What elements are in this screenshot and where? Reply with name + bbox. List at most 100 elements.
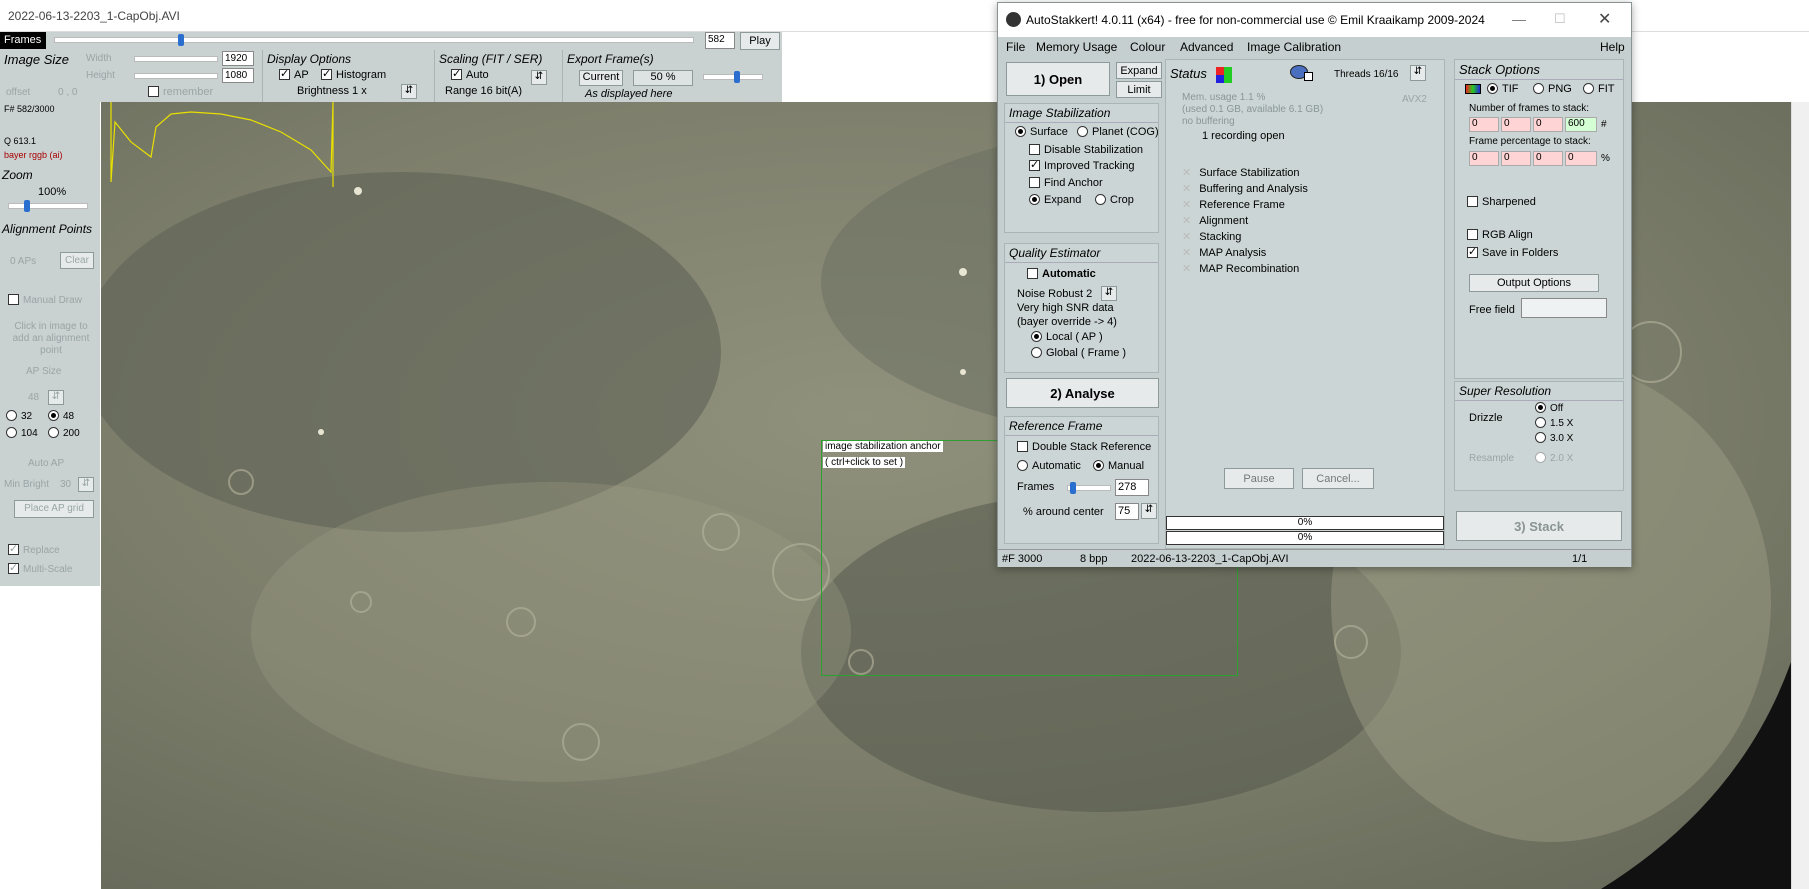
frame-percentage-field-3[interactable]: 0 — [1533, 151, 1563, 166]
minimize-icon[interactable]: — — [1512, 11, 1526, 27]
drizzle-off-radio[interactable]: Off — [1535, 402, 1563, 414]
limit-button[interactable]: Limit — [1116, 81, 1162, 98]
size-48-radio-circle[interactable] — [48, 410, 59, 421]
disable-stabilization-check[interactable] — [1029, 144, 1040, 155]
threads-spin-icon[interactable]: ⇵ — [1410, 65, 1426, 81]
improved-tracking-check[interactable] — [1029, 158, 1040, 171]
around-center-field[interactable]: 75 — [1115, 503, 1139, 520]
reference-automatic-radio-circle[interactable] — [1017, 460, 1028, 471]
ap-check[interactable] — [279, 67, 290, 80]
place-ap-grid-button[interactable]: Place AP grid — [14, 500, 94, 518]
replace-check[interactable] — [8, 542, 19, 555]
drizzle-15x-radio[interactable]: 1.5 X — [1535, 417, 1573, 429]
rgb-align-checkbox[interactable]: RGB Align — [1467, 229, 1533, 241]
zoom-slider-knob[interactable] — [24, 200, 30, 212]
quality-automatic-checkbox[interactable]: Automatic — [1027, 268, 1096, 280]
frame-percentage-field-1[interactable]: 0 — [1469, 151, 1499, 166]
ap-checkbox[interactable]: AP — [279, 67, 309, 81]
double-stack-checkbox[interactable]: Double Stack Reference — [1017, 441, 1151, 453]
drizzle-3x-radio[interactable]: 3.0 X — [1535, 432, 1573, 444]
find-anchor-checkbox[interactable]: Find Anchor — [1029, 177, 1103, 189]
maximize-icon[interactable]: ☐ — [1554, 11, 1566, 27]
brightness-spin-icon[interactable]: ⇵ — [401, 84, 417, 99]
tif-radio[interactable]: TIF — [1487, 83, 1519, 95]
width-slider[interactable] — [134, 56, 218, 62]
manual-draw-check[interactable] — [8, 294, 19, 305]
histogram-check[interactable] — [321, 67, 332, 80]
local-radio-circle[interactable] — [1031, 331, 1042, 342]
improved-tracking-checkbox[interactable]: Improved Tracking — [1029, 158, 1134, 172]
sharpened-checkbox[interactable]: Sharpened — [1467, 196, 1536, 208]
pause-button[interactable]: Pause — [1224, 468, 1294, 489]
frames-to-stack-field-1[interactable]: 0 — [1469, 117, 1499, 132]
find-anchor-check[interactable] — [1029, 177, 1040, 188]
export-slider-knob[interactable] — [734, 71, 740, 83]
frames-to-stack-field-2[interactable]: 0 — [1501, 117, 1531, 132]
size-200-radio-circle[interactable] — [48, 427, 59, 438]
global-radio[interactable]: Global ( Frame ) — [1031, 347, 1126, 359]
ap-size-spin-icon[interactable]: ⇵ — [48, 390, 64, 405]
multiscale-checkbox[interactable]: Multi-Scale — [8, 561, 72, 575]
globe-checkbox[interactable] — [1304, 72, 1313, 81]
histogram-checkbox[interactable]: Histogram — [321, 67, 386, 81]
menu-file[interactable]: File — [1006, 40, 1025, 54]
png-radio-circle[interactable] — [1533, 83, 1544, 94]
auto-scaling-check[interactable] — [451, 67, 462, 80]
drizzle-15x-radio-circle[interactable] — [1535, 417, 1546, 428]
size-32-radio[interactable]: 32 — [6, 410, 32, 422]
width-field[interactable]: 1920 — [222, 51, 254, 66]
save-in-folders-check[interactable] — [1467, 245, 1478, 258]
height-field[interactable]: 1080 — [222, 68, 254, 83]
replace-checkbox[interactable]: Replace — [8, 542, 60, 556]
frame-percentage-field-4[interactable]: 0 — [1565, 151, 1597, 166]
free-field-input[interactable] — [1521, 298, 1607, 318]
fit-radio-circle[interactable] — [1583, 83, 1594, 94]
stack-button[interactable]: 3) Stack — [1456, 511, 1622, 541]
size-104-radio[interactable]: 104 — [6, 427, 38, 439]
reference-frames-slider[interactable] — [1067, 482, 1111, 494]
export-current-button[interactable]: Current — [579, 70, 623, 86]
local-radio[interactable]: Local ( AP ) — [1031, 331, 1103, 343]
menu-help[interactable]: Help — [1600, 40, 1625, 54]
resample-2x-radio-circle[interactable] — [1535, 452, 1546, 463]
expand-button[interactable]: Expand — [1116, 62, 1162, 79]
size-48-radio[interactable]: 48 — [48, 410, 74, 422]
size-200-radio[interactable]: 200 — [48, 427, 80, 439]
zoom-slider[interactable] — [8, 200, 88, 212]
reference-manual-radio-circle[interactable] — [1093, 460, 1104, 471]
fit-radio[interactable]: FIT — [1583, 83, 1615, 95]
double-stack-check[interactable] — [1017, 441, 1028, 452]
reference-manual-radio[interactable]: Manual — [1093, 460, 1144, 472]
drizzle-3x-radio-circle[interactable] — [1535, 432, 1546, 443]
reference-frames-field[interactable]: 278 — [1115, 479, 1149, 496]
frames-to-stack-field-3[interactable]: 0 — [1533, 117, 1563, 132]
close-icon[interactable]: ✕ — [1598, 9, 1611, 29]
frame-number-field[interactable]: 582 — [705, 32, 735, 49]
multiscale-check[interactable] — [8, 561, 19, 574]
auto-scaling-checkbox[interactable]: Auto — [451, 67, 489, 81]
drizzle-off-radio-circle[interactable] — [1535, 402, 1546, 413]
tif-radio-circle[interactable] — [1487, 83, 1498, 94]
open-button[interactable]: 1) Open — [1006, 62, 1110, 96]
cancel-button[interactable]: Cancel... — [1302, 468, 1374, 489]
size-104-radio-circle[interactable] — [6, 427, 17, 438]
expand-radio[interactable]: Expand — [1029, 194, 1081, 206]
image-scrollbar[interactable] — [1791, 102, 1809, 889]
export-percent-field[interactable]: 50 % — [633, 70, 693, 86]
frame-slider[interactable] — [54, 34, 694, 46]
crop-radio[interactable]: Crop — [1095, 194, 1134, 206]
clear-button[interactable]: Clear — [60, 252, 94, 269]
frame-percentage-field-2[interactable]: 0 — [1501, 151, 1531, 166]
quality-automatic-check[interactable] — [1027, 268, 1038, 279]
reference-automatic-radio[interactable]: Automatic — [1017, 460, 1081, 472]
remember-check[interactable] — [148, 86, 159, 97]
planet-radio[interactable]: Planet (COG) — [1077, 126, 1159, 138]
expand-radio-circle[interactable] — [1029, 194, 1040, 205]
around-center-spin-icon[interactable]: ⇵ — [1141, 503, 1157, 519]
frames-to-stack-field-4[interactable]: 600 — [1565, 117, 1597, 132]
png-radio[interactable]: PNG — [1533, 83, 1572, 95]
analyse-button[interactable]: 2) Analyse — [1006, 378, 1159, 408]
min-bright-spin-icon[interactable]: ⇵ — [78, 477, 94, 492]
save-in-folders-checkbox[interactable]: Save in Folders — [1467, 245, 1558, 259]
menu-advanced[interactable]: Advanced — [1180, 40, 1233, 54]
